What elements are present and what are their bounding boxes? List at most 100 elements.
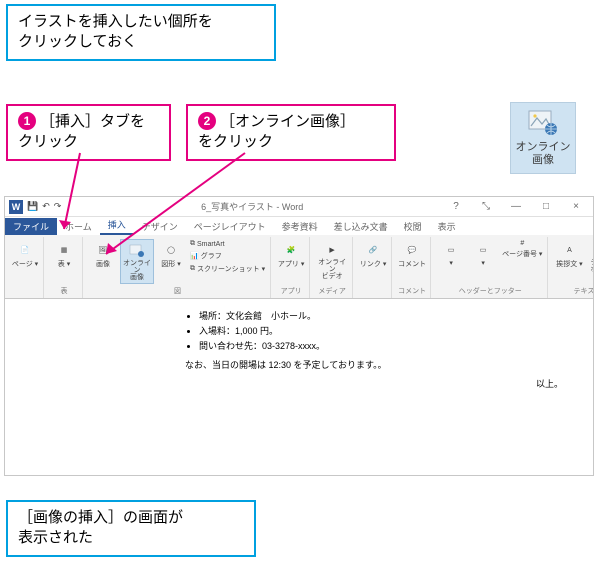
- tab-insert[interactable]: 挿入: [100, 216, 134, 235]
- tab-design[interactable]: デザイン: [134, 218, 186, 235]
- picture-globe-icon: [527, 109, 559, 137]
- ribbon-group-illustrations: 🖼 画像 オンライン 画像 ◯ 図形 ▾ ⧉ SmartArt: [85, 237, 271, 298]
- footer-icon: ▭: [474, 241, 492, 259]
- doc-bullet-list: 場所：文化会館 小ホール。 入場料：1,000 円。 問い合わせ先：03-327…: [185, 309, 563, 352]
- ribbon-group-media: ▶ オンライン ビデオ メディア: [312, 237, 353, 298]
- header-icon: ▭: [442, 241, 460, 259]
- apps-button[interactable]: 🧩 アプリ ▾: [276, 239, 306, 271]
- smartart-label: SmartArt: [197, 241, 225, 248]
- ribbon-group-pages: 📄 ページ ▾: [7, 237, 44, 298]
- shapes-icon: ◯: [162, 241, 180, 259]
- word-titlebar: W 💾 ↶ ↷ 6_写真やイラスト - Word ? ⤡ — □ ×: [5, 197, 593, 217]
- group-label-text: テキスト: [553, 284, 593, 296]
- link-label: リンク ▾: [360, 259, 386, 269]
- online-image-icon: [128, 242, 146, 260]
- group-label-illus: 図: [88, 284, 267, 296]
- word-window: W 💾 ↶ ↷ 6_写真やイラスト - Word ? ⤡ — □ × ファイル …: [4, 196, 594, 476]
- header-button[interactable]: ▭ ▾: [436, 239, 466, 269]
- smartart-button[interactable]: ⧉ SmartArt: [188, 239, 267, 249]
- comment-button[interactable]: 💬 コメント: [397, 239, 427, 271]
- ribbon-display-options-icon[interactable]: ⤡: [473, 199, 499, 215]
- group-label-pages: [10, 294, 40, 296]
- step1-text: ［挿入］タブを クリック: [18, 113, 145, 150]
- chart-button[interactable]: 📊 グラフ: [188, 250, 267, 262]
- ribbon-group-tables: ▦ 表 ▾ 表: [46, 237, 83, 298]
- ribbon-tabs: ファイル ホーム 挿入 デザイン ページレイアウト 参考資料 差し込み文書 校閲…: [5, 217, 593, 235]
- video-label: オンライン ビデオ: [316, 259, 348, 280]
- textbox-button[interactable]: 🅰 テキスト ボックス ▾: [587, 239, 593, 282]
- qat-redo-icon[interactable]: ↷: [54, 201, 62, 212]
- smartart-icon: ⧉: [190, 240, 195, 248]
- table-icon: ▦: [55, 241, 73, 259]
- chart-label: グラフ: [201, 251, 222, 261]
- ribbon-group-comments: 💬 コメント コメント: [394, 237, 431, 298]
- step1-callout: 1［挿入］タブを クリック: [6, 104, 171, 161]
- online-video-button[interactable]: ▶ オンライン ビデオ: [315, 239, 349, 282]
- link-icon: 🔗: [364, 241, 382, 259]
- close-icon[interactable]: ×: [563, 199, 589, 215]
- tab-refs[interactable]: 参考資料: [274, 218, 326, 235]
- step1-badge: 1: [18, 112, 36, 130]
- tab-mail[interactable]: 差し込み文書: [326, 218, 396, 235]
- header-label: ▾: [449, 259, 453, 267]
- tab-review[interactable]: 校閲: [396, 218, 430, 235]
- greeting-button[interactable]: A 挨拶文 ▾: [553, 239, 585, 282]
- link-button[interactable]: 🔗 リンク ▾: [358, 239, 388, 271]
- instruction-top: イラストを挿入したい個所を クリックしておく: [6, 4, 276, 61]
- textbox-label: テキスト ボックス ▾: [588, 259, 593, 280]
- list-item: 場所：文化会館 小ホール。: [199, 309, 563, 322]
- shapes-label: 図形 ▾: [161, 259, 180, 269]
- tab-view[interactable]: 表示: [430, 218, 464, 235]
- tab-layout[interactable]: ページレイアウト: [186, 218, 274, 235]
- table-label: 表 ▾: [58, 259, 70, 269]
- apps-label: アプリ ▾: [278, 259, 304, 269]
- list-item: 問い合わせ先：03-3278-xxxx。: [199, 339, 563, 352]
- footer-label: ▾: [481, 259, 485, 267]
- minimize-icon[interactable]: —: [503, 199, 529, 215]
- instruction-bottom-text: ［画像の挿入］の画面が 表示された: [18, 509, 183, 546]
- word-icon: W: [9, 200, 23, 214]
- chart-icon: 📊: [190, 252, 199, 260]
- help-icon[interactable]: ?: [443, 199, 469, 215]
- ribbon-group-headerfoot: ▭ ▾ ▭ ▾ # ページ番号 ▾ ヘッダーとフッター: [433, 237, 548, 298]
- ribbon-group-text: A 挨拶文 ▾ 🅰 テキスト ボックス ▾ テキスト: [550, 237, 593, 298]
- instruction-top-text: イラストを挿入したい個所を クリックしておく: [18, 13, 213, 50]
- document-area[interactable]: 場所：文化会館 小ホール。 入場料：1,000 円。 問い合わせ先：03-327…: [5, 299, 593, 475]
- pagenum-icon: #: [520, 240, 524, 247]
- footer-button[interactable]: ▭ ▾: [468, 239, 498, 269]
- comment-icon: 💬: [403, 241, 421, 259]
- picture-button[interactable]: 🖼 画像: [88, 239, 118, 284]
- step2-text: ［オンライン画像］ をクリック: [198, 113, 355, 150]
- pages-button[interactable]: 📄 ページ ▾: [10, 239, 40, 271]
- ribbon-group-apps: 🧩 アプリ ▾ アプリ: [273, 237, 310, 298]
- qat-undo-icon[interactable]: ↶: [42, 201, 50, 212]
- online-image-zoom-l1: オンライン: [516, 141, 571, 153]
- instruction-bottom: ［画像の挿入］の画面が 表示された: [6, 500, 256, 557]
- group-label-headerfoot: ヘッダーとフッター: [436, 284, 544, 296]
- greeting-icon: A: [560, 241, 578, 259]
- shapes-button[interactable]: ◯ 図形 ▾: [156, 239, 186, 284]
- online-image-button[interactable]: オンライン 画像: [120, 239, 154, 284]
- group-label-tables: 表: [49, 284, 79, 296]
- pagenum-button[interactable]: # ページ番号 ▾: [500, 239, 544, 269]
- tab-home[interactable]: ホーム: [57, 218, 100, 235]
- online-image-zoom-l2: 画像: [532, 154, 554, 166]
- step2-badge: 2: [198, 112, 216, 130]
- video-icon: ▶: [323, 241, 341, 259]
- list-item: 入場料：1,000 円。: [199, 324, 563, 337]
- step2-callout: 2［オンライン画像］ をクリック: [186, 104, 396, 161]
- qat-save-icon[interactable]: 💾: [27, 201, 38, 212]
- tab-file[interactable]: ファイル: [5, 218, 57, 235]
- group-label-links: [358, 294, 388, 296]
- table-button[interactable]: ▦ 表 ▾: [49, 239, 79, 271]
- screenshot-button[interactable]: ⧉ スクリーンショット ▾: [188, 263, 267, 275]
- group-label-comments: コメント: [397, 284, 427, 296]
- maximize-icon[interactable]: □: [533, 199, 559, 215]
- ribbon-group-links: 🔗 リンク ▾: [355, 237, 392, 298]
- word-title: 6_写真やイラスト - Word: [65, 200, 439, 213]
- doc-paragraph: なお、当日の開場は 12:30 を予定しております。。: [185, 358, 563, 371]
- greeting-label: 挨拶文 ▾: [556, 259, 582, 269]
- online-image-label: オンライン 画像: [122, 260, 152, 281]
- pages-label: ページ ▾: [12, 259, 38, 269]
- picture-icon: 🖼: [94, 241, 112, 259]
